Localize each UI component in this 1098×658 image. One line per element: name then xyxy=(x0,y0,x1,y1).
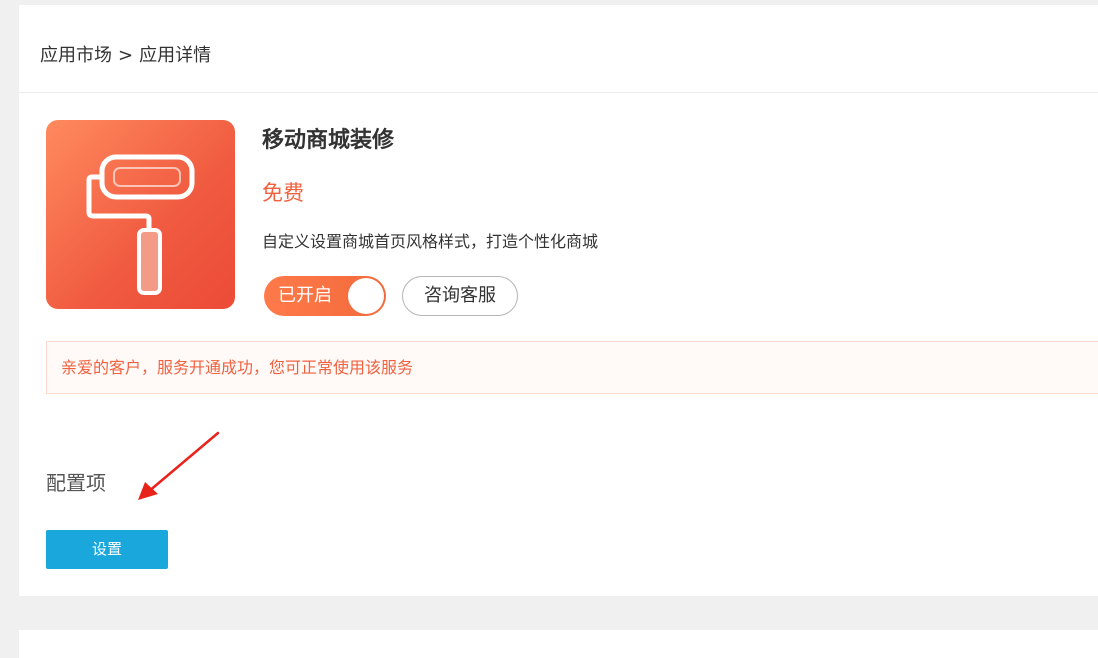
toggle-label: 已开启 xyxy=(278,285,332,306)
breadcrumb-root-link[interactable]: 应用市场 xyxy=(40,45,112,66)
app-detail-panel: 应用市场 > 应用详情 移动商城装修 免费 自定义设置商城首页风格样式，打造个性化商… xyxy=(19,5,1098,596)
success-notice: 亲爱的客户，服务开通成功，您可正常使用该服务 xyxy=(46,341,1098,394)
app-title: 移动商城装修 xyxy=(262,128,395,153)
app-description: 自定义设置商城首页风格样式，打造个性化商城 xyxy=(262,232,599,251)
consult-service-button[interactable]: 咨询客服 xyxy=(402,276,518,316)
toggle-knob xyxy=(348,278,384,314)
header-divider xyxy=(19,92,1098,93)
config-section-title: 配置项 xyxy=(46,471,106,495)
app-price: 免费 xyxy=(262,181,304,205)
annotation-arrow-icon xyxy=(138,431,220,500)
service-toggle[interactable]: 已开启 xyxy=(264,276,386,316)
paint-roller-icon xyxy=(46,120,235,309)
breadcrumb-separator: > xyxy=(118,45,134,66)
secondary-panel xyxy=(19,630,1098,658)
breadcrumb: 应用市场 > 应用详情 xyxy=(40,41,211,71)
breadcrumb-current: 应用详情 xyxy=(139,45,212,66)
settings-button[interactable]: 设置 xyxy=(46,530,168,569)
